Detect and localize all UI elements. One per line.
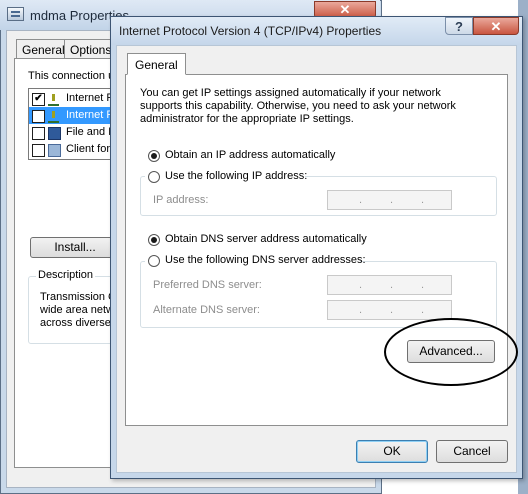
protocol-icon (48, 93, 59, 106)
list-item-label: File and P (66, 126, 116, 138)
tab-general[interactable]: General (127, 53, 186, 75)
ip-address-field[interactable]: ... (327, 190, 452, 210)
dns-manual-radio[interactable] (148, 255, 160, 267)
item-checkbox[interactable] (32, 144, 45, 157)
list-item-label: Client for (66, 143, 111, 155)
list-item-label: Internet P (66, 109, 114, 121)
alternate-dns-label: Alternate DNS server: (153, 304, 260, 316)
alternate-dns-field[interactable]: ... (327, 300, 452, 320)
item-checkbox[interactable]: ✔ (32, 93, 45, 106)
ipv4-dialog-title: Internet Protocol Version 4 (TCP/IPv4) P… (119, 24, 382, 38)
highlight-ellipse (384, 318, 518, 386)
client-icon (48, 144, 61, 157)
dns-auto-radio[interactable] (148, 234, 160, 246)
ip-address-label: IP address: (153, 194, 209, 206)
cancel-button[interactable]: Cancel (436, 440, 508, 463)
item-checkbox[interactable] (32, 127, 45, 140)
ok-button[interactable]: OK (356, 440, 428, 463)
list-item-label: Internet P (66, 92, 114, 104)
ip-auto-radio[interactable] (148, 150, 160, 162)
preferred-dns-label: Preferred DNS server: (153, 279, 262, 291)
help-button[interactable]: ? (445, 17, 473, 35)
ipv4-close-button[interactable]: ✕ (473, 17, 519, 35)
mdma-tab-general[interactable]: General (16, 39, 71, 59)
protocol-icon (48, 110, 59, 123)
ip-manual-radio[interactable] (148, 171, 160, 183)
network-connection-icon (7, 7, 24, 21)
ip-manual-label[interactable]: Use the following IP address: (165, 170, 307, 182)
description-legend: Description (36, 269, 96, 281)
connection-uses-label: This connection u (28, 70, 115, 82)
share-icon (48, 127, 61, 140)
dns-auto-label[interactable]: Obtain DNS server address automatically (165, 233, 367, 245)
install-button[interactable]: Install... (30, 237, 120, 258)
item-checkbox[interactable]: ✔ (32, 110, 45, 123)
dns-manual-label[interactable]: Use the following DNS server addresses: (165, 254, 366, 266)
intro-text: You can get IP settings assigned automat… (140, 87, 456, 125)
ip-auto-label[interactable]: Obtain an IP address automatically (165, 149, 335, 161)
preferred-dns-field[interactable]: ... (327, 275, 452, 295)
